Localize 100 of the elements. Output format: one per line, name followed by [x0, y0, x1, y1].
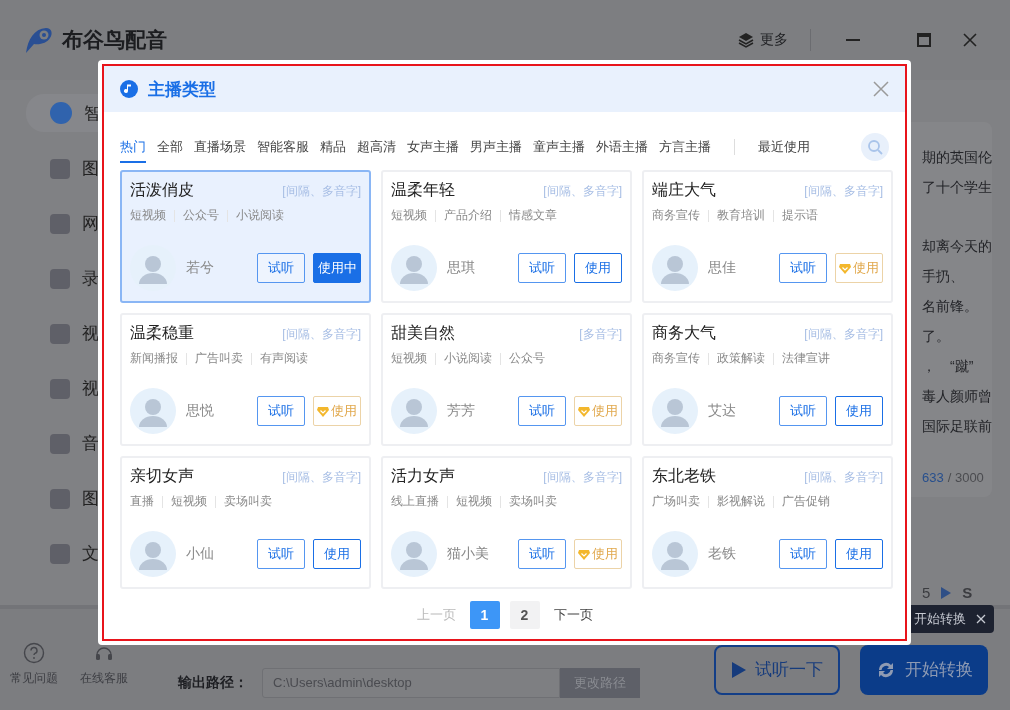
category-tab[interactable]: 热门	[120, 131, 146, 163]
close-button[interactable]	[873, 81, 889, 97]
scene-tag: 小说阅读	[236, 207, 284, 224]
avatar-icon	[652, 245, 698, 291]
diamond-icon	[839, 262, 851, 274]
listen-button[interactable]: 试听	[257, 396, 305, 426]
use-button[interactable]: 使用	[574, 253, 622, 283]
use-button[interactable]: 使用中	[313, 253, 361, 283]
play-icon[interactable]	[940, 585, 953, 600]
scene-tag: 提示语	[782, 207, 818, 224]
voice-name: 小仙	[186, 545, 214, 563]
recent-tab[interactable]: 最近使用	[758, 131, 810, 163]
next-page-link[interactable]: 下一页	[549, 606, 597, 624]
sidebar-item[interactable]: 视	[26, 306, 120, 361]
scene-tag: 新闻播报	[130, 350, 178, 367]
start-convert-button[interactable]: 开始转换	[860, 644, 988, 695]
scene-tag: 短视频	[391, 350, 427, 367]
scene-tag: 广告叫卖	[195, 350, 243, 367]
sidebar-item[interactable]: 视	[26, 361, 120, 416]
sidebar-item-icon	[50, 378, 70, 399]
voice-name: 老铁	[708, 545, 736, 563]
listen-button[interactable]: 试听	[257, 253, 305, 283]
listen-button[interactable]: 试听	[779, 539, 827, 569]
voice-name: 若兮	[186, 259, 214, 277]
voice-style-title: 东北老铁	[652, 466, 716, 486]
search-icon	[867, 139, 883, 155]
listen-button[interactable]: 试听	[779, 396, 827, 426]
close-icon	[963, 33, 977, 47]
category-tab[interactable]: 男声主播	[470, 131, 522, 163]
avatar-icon	[652, 388, 698, 434]
feature-label: [多音字]	[579, 326, 622, 343]
scene-tag: 小说阅读	[444, 350, 492, 367]
voice-card[interactable]: 端庄大气 [间隔、多音字] 商务宣传 教育培训 提示语 思佳 试听 使用	[642, 170, 893, 303]
diamond-icon	[578, 405, 590, 417]
scene-tag: 短视频	[391, 207, 427, 224]
voice-card[interactable]: 甜美自然 [多音字] 短视频 小说阅读 公众号 芳芳 试听 使用	[381, 313, 632, 446]
sidebar-item-icon	[50, 158, 70, 179]
category-tab[interactable]: 女声主播	[407, 131, 459, 163]
avatar-icon	[391, 531, 437, 577]
scene-tag: 产品介绍	[444, 207, 492, 224]
voice-card[interactable]: 活泼俏皮 [间隔、多音字] 短视频 公众号 小说阅读 若兮 试听 使用中	[120, 170, 371, 303]
voice-style-title: 活力女声	[391, 466, 455, 486]
diamond-icon	[317, 405, 329, 417]
page-button[interactable]: 1	[469, 601, 500, 629]
avatar-icon	[391, 388, 437, 434]
category-tab[interactable]: 外语主播	[596, 131, 648, 163]
voice-card[interactable]: 活力女声 [间隔、多音字] 线上直播 短视频 卖场叫卖 猫小美 试听 使用	[381, 456, 632, 589]
close-icon[interactable]	[976, 614, 986, 624]
dialog-title: 主播类型	[148, 78, 216, 101]
voice-card[interactable]: 温柔稳重 [间隔、多音字] 新闻播报 广告叫卖 有声阅读 思悦 试听 使用	[120, 313, 371, 446]
play-icon	[731, 660, 747, 679]
category-tab[interactable]: 超高清	[357, 131, 396, 163]
sidebar-item[interactable]: 文	[26, 526, 120, 581]
category-tab[interactable]: 智能客服	[257, 131, 309, 163]
use-button[interactable]: 使用	[835, 539, 883, 569]
category-tab[interactable]: 直播场景	[194, 131, 246, 163]
scene-tag: 短视频	[130, 207, 166, 224]
feature-label: [间隔、多音字]	[804, 326, 883, 343]
voice-name: 艾达	[708, 402, 736, 420]
sidebar-item[interactable]: 图	[26, 471, 120, 526]
voice-card[interactable]: 温柔年轻 [间隔、多音字] 短视频 产品介绍 情感文章 思琪 试听 使用	[381, 170, 632, 303]
category-tab[interactable]: 方言主播	[659, 131, 711, 163]
sidebar-item-icon	[50, 268, 70, 289]
voice-style-title: 商务大气	[652, 323, 716, 343]
use-button[interactable]: 使用	[835, 396, 883, 426]
listen-button[interactable]: 试听	[518, 253, 566, 283]
listen-button[interactable]: 试听	[518, 396, 566, 426]
use-button[interactable]: 使用	[313, 539, 361, 569]
toolbar-label[interactable]: S	[962, 584, 973, 601]
help-icon	[23, 642, 45, 664]
sidebar-item[interactable]: 图	[26, 141, 120, 196]
sidebar-item-icon	[50, 213, 70, 234]
sidebar-item[interactable]: 音	[26, 416, 120, 471]
voice-card[interactable]: 东北老铁 [间隔、多音字] 广场叫卖 影视解说 广告促销 老铁 试听 使用	[642, 456, 893, 589]
feature-label: [间隔、多音字]	[543, 469, 622, 486]
feature-label: [间隔、多音字]	[282, 183, 361, 200]
editor-text-line: 却离今天的	[922, 237, 992, 256]
more-menu[interactable]: 更多	[738, 31, 788, 49]
scene-tag: 商务宣传	[652, 207, 700, 224]
voice-name: 思佳	[708, 259, 736, 277]
sidebar-item[interactable]: 录	[26, 251, 120, 306]
editor-text-line: 毒人颜师曾	[922, 387, 992, 406]
listen-button[interactable]: 试听	[779, 253, 827, 283]
voice-style-title: 温柔年轻	[391, 180, 455, 200]
minimize-icon	[846, 39, 860, 41]
category-tab[interactable]: 精品	[320, 131, 346, 163]
category-tab[interactable]: 童声主播	[533, 131, 585, 163]
page-button[interactable]: 2	[509, 601, 540, 629]
voice-card[interactable]: 亲切女声 [间隔、多音字] 直播 短视频 卖场叫卖 小仙 试听 使用	[120, 456, 371, 589]
avatar-icon	[652, 531, 698, 577]
voice-card[interactable]: 商务大气 [间隔、多音字] 商务宣传 政策解读 法律宣讲 艾达 试听 使用	[642, 313, 893, 446]
app-title: 布谷鸟配音	[62, 27, 167, 53]
editor-text-line: 了。	[922, 327, 951, 346]
footer-link[interactable]: 在线客服	[78, 642, 130, 687]
feature-label: [间隔、多音字]	[282, 469, 361, 486]
avatar-icon	[130, 531, 176, 577]
sidebar-item[interactable]: 网	[26, 196, 120, 251]
listen-button[interactable]: 试听	[518, 539, 566, 569]
listen-button[interactable]: 试听	[257, 539, 305, 569]
category-tab[interactable]: 全部	[157, 131, 183, 163]
